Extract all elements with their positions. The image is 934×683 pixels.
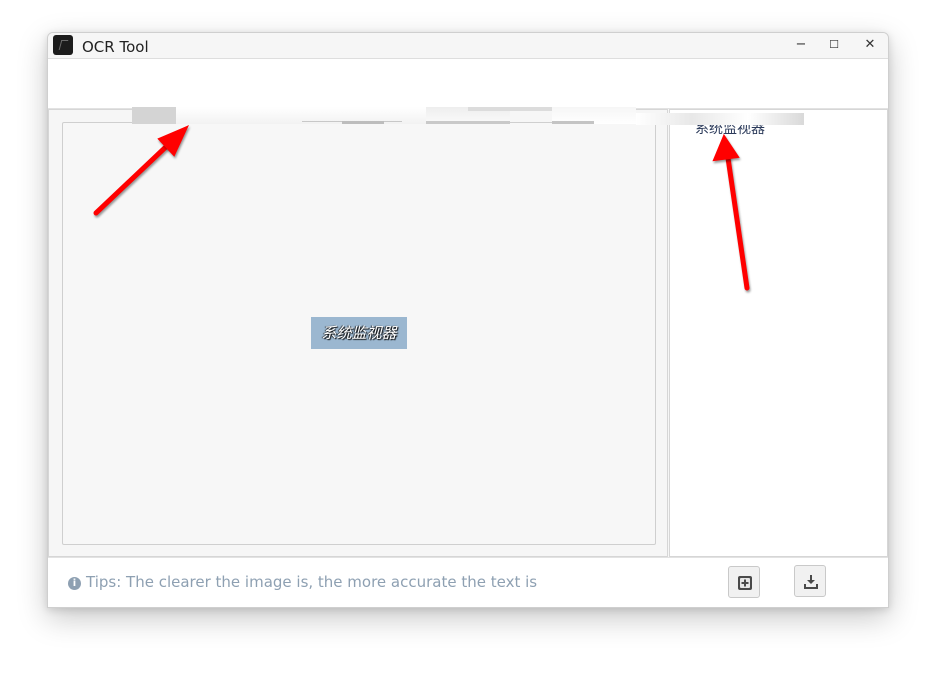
- copy-add-icon: [738, 576, 752, 590]
- window-title: OCR Tool: [82, 38, 149, 56]
- image-preview[interactable]: 系统监视器: [62, 122, 656, 545]
- selection-overlay-strip: [132, 107, 804, 127]
- minimize-button[interactable]: −: [792, 36, 810, 54]
- result-panel[interactable]: 系统监视器: [669, 109, 888, 557]
- app-icon: [53, 35, 73, 55]
- tips-message: i Tips: The clearer the image is, the mor…: [68, 573, 537, 591]
- copy-button[interactable]: [728, 566, 760, 598]
- title-bar[interactable]: OCR Tool − ☐ ✕: [48, 33, 888, 59]
- close-button[interactable]: ✕: [861, 36, 879, 54]
- image-panel: 系统监视器: [48, 109, 668, 557]
- download-button[interactable]: [794, 565, 826, 597]
- toolbar-area: [48, 59, 888, 109]
- tips-text: Tips: The clearer the image is, the more…: [86, 573, 538, 591]
- ocr-tool-window: OCR Tool − ☐ ✕ 系统监视器 系统监视器 i Tips: The cl…: [47, 32, 889, 608]
- download-icon: [804, 575, 818, 589]
- maximize-button[interactable]: ☐: [825, 36, 843, 54]
- info-icon: i: [68, 577, 81, 590]
- status-bar: i Tips: The clearer the image is, the mor…: [48, 557, 888, 607]
- image-snippet: 系统监视器: [311, 317, 407, 349]
